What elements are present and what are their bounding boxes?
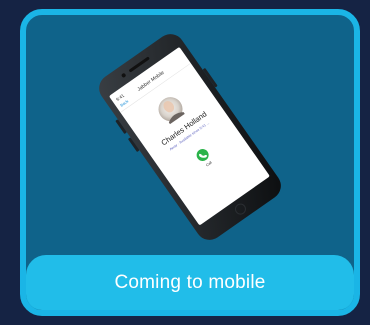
phone-device: 9:41 Back Jabber Mobile Charles Holland … xyxy=(99,34,281,240)
caption-text: Coming to mobile xyxy=(114,271,266,293)
feature-card: 9:41 Back Jabber Mobile Charles Holland … xyxy=(20,9,360,316)
phone-illustration: 9:41 Back Jabber Mobile Charles Holland … xyxy=(26,15,354,255)
caption-bar: Coming to mobile xyxy=(26,255,354,310)
